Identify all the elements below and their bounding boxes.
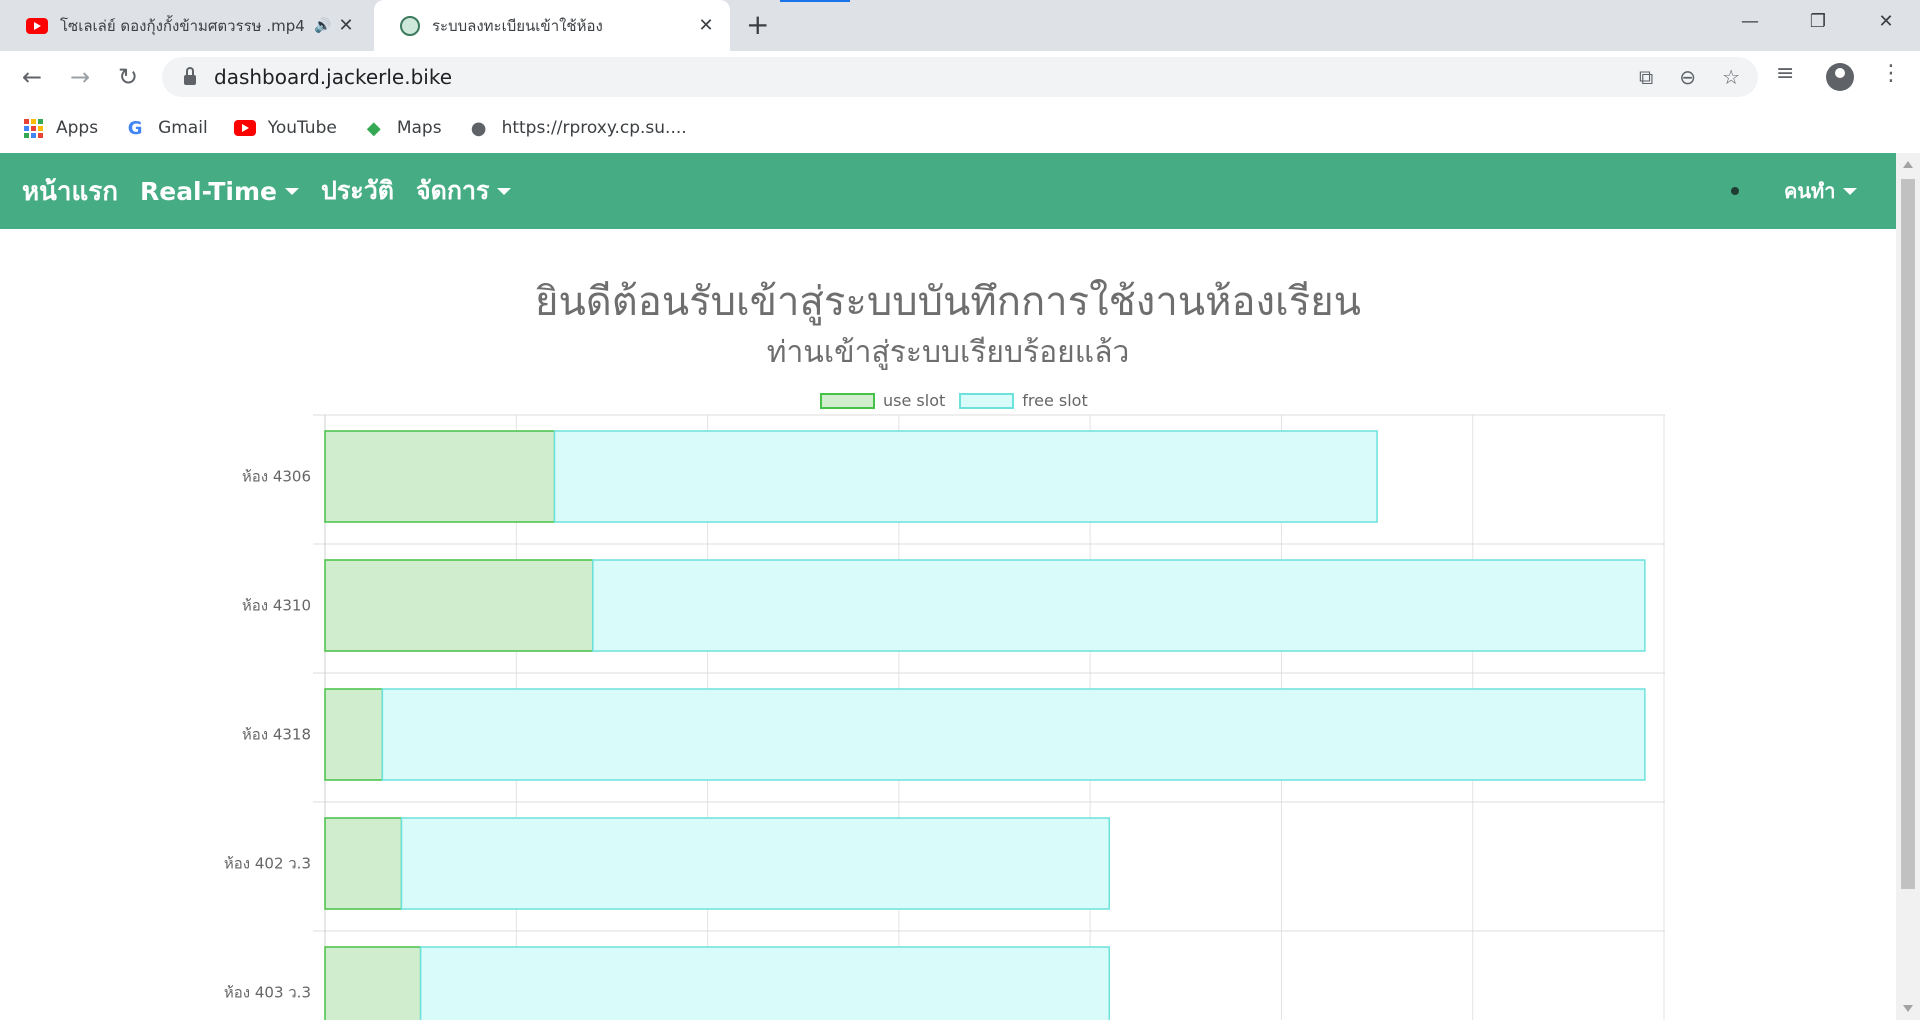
bar-use-slot[interactable] [324,688,384,781]
scroll-up-icon[interactable] [1903,161,1913,168]
star-bookmark-icon[interactable]: ☆ [1722,65,1740,89]
bookmark-label: https://rproxy.cp.su.... [501,118,687,138]
bar-free-slot[interactable] [592,559,1646,652]
globe-icon: ● [470,117,487,139]
room-usage-chart: use slot free slot ห้อง 4306 ห้อง 4310 ห้อ… [0,153,1896,1020]
page-viewport: หน้าแรก Real-Time ประวัติ จัดการ คนทำ ยิ… [0,153,1896,1020]
zoom-icon[interactable]: ⊖ [1679,65,1696,89]
close-window-icon[interactable]: ✕ [1852,0,1920,42]
bookmark-apps[interactable]: Apps [22,117,98,139]
bookmarks-bar: Apps G Gmail YouTube ◆ Maps ● https://rp… [0,103,1920,153]
bookmark-label: Gmail [158,118,208,138]
forward-arrow-icon[interactable]: → [64,61,96,93]
tab-loading-indicator [780,0,850,2]
bar-free-slot[interactable] [400,817,1111,910]
youtube-icon [233,117,256,139]
close-tab-icon[interactable]: ✕ [336,15,356,36]
bar-free-slot[interactable] [381,688,1646,781]
bar-use-slot[interactable] [324,559,594,652]
tab-title: โซเลเล่ย์ ดองกุ้งกั้งข้ามศตวรรษ .mp4 [60,16,305,35]
scroll-thumb[interactable] [1901,179,1915,889]
tab-title: ระบบลงทะเบียนเข้าใช้ห้อง [432,16,603,35]
new-tab-plus-icon[interactable]: + [746,8,769,41]
browser-tab-strip: โซเลเล่ย์ ดองกุ้งกั้งข้ามศตวรรษ .mp4 🔊 ✕… [0,0,1920,51]
bar-use-slot[interactable] [324,430,556,523]
maps-icon: ◆ [366,117,381,139]
site-favicon-icon [400,15,420,36]
profile-avatar-icon[interactable] [1826,63,1854,91]
bookmark-label: Apps [56,118,99,138]
tab-room-registration[interactable]: ระบบลงทะเบียนเข้าใช้ห้อง ✕ [374,0,730,51]
tab-youtube[interactable]: โซเลเล่ย์ ดองกุ้งกั้งข้ามศตวรรษ .mp4 🔊 ✕ [0,0,370,51]
bookmark-rproxy[interactable]: ● https://rproxy.cp.su.... [468,117,687,139]
bar-use-slot[interactable] [324,817,403,910]
y-tick-label: ห้อง 4310 [242,597,311,615]
bar-use-slot[interactable] [324,946,422,1020]
bookmark-gmail[interactable]: G Gmail [124,117,208,139]
minimize-icon[interactable]: — [1716,0,1784,42]
browser-toolbar: ← → ↻ dashboard.jackerle.bike ⧉ ⊖ ☆ ≡ ⋮ [0,51,1920,103]
page-scrollbar[interactable] [1896,153,1920,1020]
bookmark-label: YouTube [267,118,337,138]
more-menu-icon[interactable]: ⋮ [1880,61,1902,86]
y-tick-label: ห้อง 402 ว.3 [224,855,311,873]
y-tick-label: ห้อง 403 ว.3 [224,984,311,1002]
apps-grid-icon [22,117,44,139]
bar-free-slot[interactable] [553,430,1378,523]
media-queue-icon[interactable]: ≡ [1776,61,1794,86]
window-controls: — ❐ ✕ [1716,0,1920,42]
youtube-icon [26,17,48,34]
back-arrow-icon[interactable]: ← [16,61,48,93]
translate-icon[interactable]: ⧉ [1639,65,1653,89]
lock-icon[interactable] [184,67,196,85]
scroll-down-icon[interactable] [1903,1005,1913,1012]
address-bar[interactable]: dashboard.jackerle.bike ⧉ ⊖ ☆ [162,57,1758,97]
google-icon: G [127,117,143,139]
speaker-icon[interactable]: 🔊 [314,18,336,34]
bookmark-youtube[interactable]: YouTube [233,117,337,139]
reload-icon[interactable]: ↻ [112,61,144,93]
url-text[interactable]: dashboard.jackerle.bike [214,65,452,89]
y-tick-label: ห้อง 4318 [242,726,311,744]
bookmark-maps[interactable]: ◆ Maps [363,117,442,139]
bar-chart-svg: ห้อง 4306 ห้อง 4310 ห้อง 4318 ห้อง 402 ว.3 ห… [224,414,1665,1020]
close-tab-icon[interactable]: ✕ [696,15,716,36]
restore-icon[interactable]: ❐ [1784,0,1852,42]
bookmark-label: Maps [396,118,442,138]
bar-free-slot[interactable] [419,946,1111,1020]
y-tick-label: ห้อง 4306 [242,468,311,486]
